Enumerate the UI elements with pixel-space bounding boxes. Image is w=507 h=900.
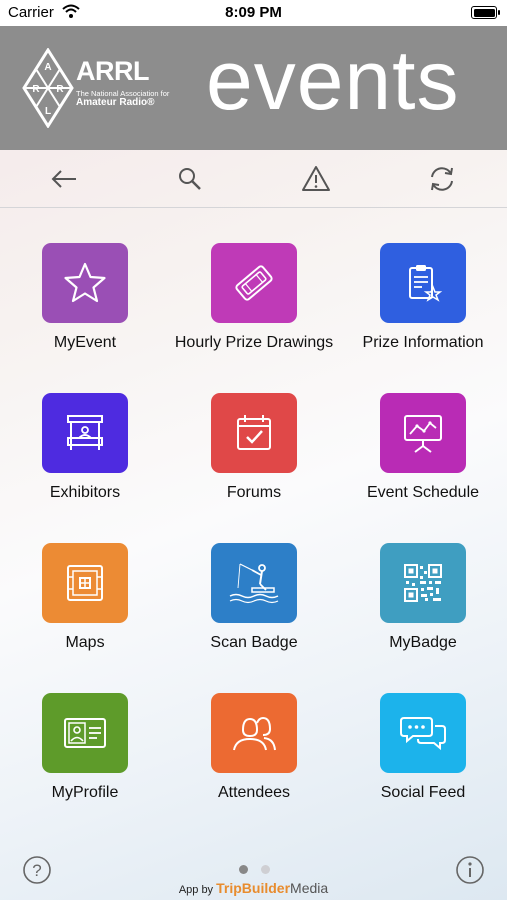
toolbar: [0, 150, 507, 208]
tile-icon-box: [42, 543, 128, 623]
tile-label: Scan Badge: [210, 634, 298, 651]
tile-hourly-prize-drawings[interactable]: Hourly Prize Drawings: [169, 243, 339, 353]
star-icon: [64, 262, 106, 303]
credit-brand: TripBuilder: [216, 880, 291, 896]
tile-label: Attendees: [217, 784, 291, 801]
arrl-logo-icon: A R R L: [22, 48, 74, 128]
header-banner: A R R L ARRL The National Association fo…: [0, 26, 507, 150]
tile-scan-badge[interactable]: Scan Badge: [169, 543, 339, 653]
tile-label: Event Schedule: [366, 484, 480, 501]
tile-icon-box: [211, 393, 297, 473]
tile-label: Prize Information: [362, 334, 484, 351]
tile-maps[interactable]: Maps: [0, 543, 170, 653]
tile-icon-box: [211, 543, 297, 623]
tile-label: MyEvent: [53, 334, 117, 351]
people-icon: [233, 716, 276, 751]
svg-text:?: ?: [32, 861, 41, 880]
tile-icon-box: [380, 693, 466, 773]
svg-text:R: R: [32, 84, 40, 95]
status-bar: Carrier 8:09 PM: [0, 0, 507, 26]
app-title: events: [206, 33, 460, 127]
tile-prize-information[interactable]: Prize Information: [338, 243, 507, 353]
tile-event-schedule[interactable]: Event Schedule: [338, 393, 507, 503]
tile-myevent[interactable]: MyEvent: [0, 243, 170, 353]
tile-icon-box: [380, 243, 466, 323]
sync-icon: [431, 167, 453, 191]
presentation-icon: [404, 415, 442, 453]
tile-icon-box: [42, 693, 128, 773]
org-name: ARRL: [76, 56, 150, 86]
search-button[interactable]: [174, 163, 206, 195]
tile-myprofile[interactable]: MyProfile: [0, 693, 170, 803]
search-icon: [179, 168, 201, 190]
alert-icon: [302, 166, 330, 191]
back-arrow-icon: [51, 170, 76, 188]
tile-icon-box: [380, 543, 466, 623]
tile-mybadge[interactable]: MyBadge: [338, 543, 507, 653]
back-button[interactable]: [48, 163, 80, 195]
org-tagline-2: Amateur Radio®: [76, 97, 155, 108]
tile-forums[interactable]: Forums: [169, 393, 339, 503]
qr-code-icon: [404, 564, 442, 602]
tile-icon-box: [211, 243, 297, 323]
tile-icon-box: [380, 393, 466, 473]
tile-label: MyProfile: [51, 784, 119, 801]
credit-prefix: App by: [178, 884, 214, 896]
svg-text:L: L: [45, 106, 51, 117]
tile-label: Forums: [226, 484, 282, 501]
credit-line: App by TripBuilderMedia: [0, 880, 507, 896]
tile-label: MyBadge: [389, 634, 457, 651]
clock: 8:09 PM: [225, 4, 282, 21]
tile-social-feed[interactable]: Social Feed: [338, 693, 507, 803]
tile-icon-box: [211, 693, 297, 773]
chat-bubbles-icon: [400, 717, 446, 751]
svg-text:R: R: [56, 84, 64, 95]
booth-icon: [67, 415, 103, 450]
tile-exhibitors[interactable]: Exhibitors: [0, 393, 170, 503]
tile-label: Maps: [65, 634, 105, 651]
alerts-button[interactable]: [300, 163, 332, 195]
ticket-icon: [235, 265, 273, 301]
tile-label: Hourly Prize Drawings: [174, 334, 334, 351]
tile-label: Exhibitors: [49, 484, 121, 501]
id-card-icon: [64, 718, 106, 748]
tile-label: Social Feed: [380, 784, 466, 801]
page-dot-active[interactable]: [239, 865, 248, 874]
sync-button[interactable]: [426, 163, 458, 195]
clipboard-icon: [409, 265, 443, 302]
map-icon: [67, 565, 103, 601]
page-dot[interactable]: [261, 865, 270, 874]
fishing-icon: [229, 563, 279, 604]
svg-text:A: A: [44, 62, 51, 73]
tile-icon-box: [42, 243, 128, 323]
credit-brand-suffix: Media: [290, 880, 329, 896]
tile-attendees[interactable]: Attendees: [169, 693, 339, 803]
battery-icon: [471, 6, 500, 19]
tile-icon-box: [42, 393, 128, 473]
calendar-check-icon: [237, 415, 271, 450]
